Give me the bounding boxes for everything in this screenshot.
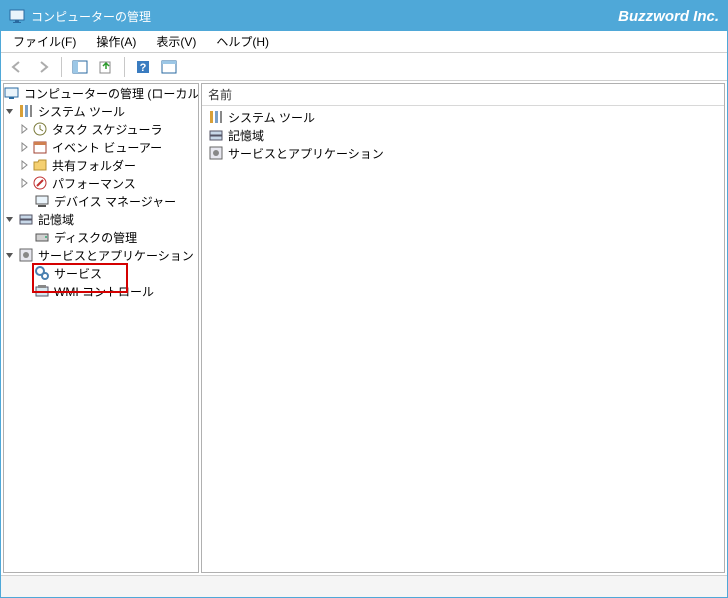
content-area: コンピューターの管理 (ローカル) システム ツール タスク スケジューラ イベ… [1,81,727,575]
title-bar: コンピューターの管理 Buzzword Inc. [1,1,727,31]
list-panel: 名前 システム ツール 記憶域 サービスとアプリケーション [201,83,725,573]
menu-bar: ファイル(F) 操作(A) 表示(V) ヘルプ(H) [1,31,727,53]
tree-performance[interactable]: パフォーマンス [4,174,198,192]
collapse-icon[interactable] [4,213,16,225]
tree-label: システム ツール [36,103,127,120]
console-tree: コンピューターの管理 (ローカル) システム ツール タスク スケジューラ イベ… [4,84,198,300]
device-manager-icon [34,193,50,209]
menu-help[interactable]: ヘルプ(H) [208,31,277,52]
tree-label: 共有フォルダー [50,157,138,174]
tree-shared-folders[interactable]: 共有フォルダー [4,156,198,174]
tree-label: サービスとアプリケーション [36,247,196,264]
list-item-label: 記憶域 [228,127,264,144]
tree-device-manager[interactable]: デバイス マネージャー [4,192,198,210]
menu-action[interactable]: 操作(A) [88,31,144,52]
tree-wmi-control[interactable]: WMI コントロール [4,282,198,300]
tree-label: パフォーマンス [50,175,138,192]
export-button[interactable] [94,56,118,78]
help-button[interactable]: ? [131,56,155,78]
expand-icon[interactable] [18,177,30,189]
show-hide-tree-button[interactable] [68,56,92,78]
computer-management-icon [4,85,20,101]
window-title: コンピューターの管理 [31,8,151,25]
tree-label: ディスクの管理 [52,229,139,246]
tree-panel: コンピューターの管理 (ローカル) システム ツール タスク スケジューラ イベ… [3,83,199,573]
task-scheduler-icon [32,121,48,137]
system-tools-icon [208,109,224,125]
menu-file[interactable]: ファイル(F) [5,31,84,52]
toolbar: ? [1,53,727,81]
tree-task-scheduler[interactable]: タスク スケジューラ [4,120,198,138]
list-item-label: システム ツール [228,109,315,126]
tree-label: 記憶域 [36,211,76,228]
properties-button[interactable] [157,56,181,78]
svg-text:?: ? [140,62,147,74]
wmi-control-icon [34,283,50,299]
forward-button[interactable] [31,56,55,78]
performance-icon [32,175,48,191]
list-header[interactable]: 名前 [202,84,724,106]
tree-label: タスク スケジューラ [50,121,165,138]
back-button[interactable] [5,56,29,78]
collapse-icon[interactable] [4,105,16,117]
storage-icon [18,211,34,227]
tree-event-viewer[interactable]: イベント ビューアー [4,138,198,156]
tree-system-tools[interactable]: システム ツール [4,102,198,120]
collapse-icon[interactable] [4,249,16,261]
tree-storage[interactable]: 記憶域 [4,210,198,228]
tree-label: コンピューターの管理 (ローカル) [22,85,199,102]
disk-management-icon [34,229,50,245]
toolbar-separator [61,57,62,77]
toolbar-separator [124,57,125,77]
list-item-system-tools[interactable]: システム ツール [206,108,720,126]
app-icon [9,8,25,24]
menu-view[interactable]: 表示(V) [148,31,204,52]
services-apps-icon [18,247,34,263]
shared-folders-icon [32,157,48,173]
brand-label: Buzzword Inc. [618,8,719,25]
expand-icon[interactable] [18,123,30,135]
tree-label: WMI コントロール [52,283,156,300]
status-bar [1,575,727,597]
list-item-label: サービスとアプリケーション [228,145,384,162]
event-viewer-icon [32,139,48,155]
list-body: システム ツール 記憶域 サービスとアプリケーション [202,106,724,572]
services-icon [34,265,50,281]
services-apps-icon [208,145,224,161]
tree-disk-management[interactable]: ディスクの管理 [4,228,198,246]
tree-label: デバイス マネージャー [52,193,178,210]
tree-services[interactable]: サービス [4,264,198,282]
list-item-storage[interactable]: 記憶域 [206,126,720,144]
list-item-services-apps[interactable]: サービスとアプリケーション [206,144,720,162]
tree-root[interactable]: コンピューターの管理 (ローカル) [4,84,198,102]
expand-icon[interactable] [18,159,30,171]
tree-services-apps[interactable]: サービスとアプリケーション [4,246,198,264]
tree-label: サービス [52,265,104,282]
storage-icon [208,127,224,143]
column-name: 名前 [208,86,232,103]
expand-icon[interactable] [18,141,30,153]
tree-label: イベント ビューアー [50,139,164,156]
system-tools-icon [18,103,34,119]
